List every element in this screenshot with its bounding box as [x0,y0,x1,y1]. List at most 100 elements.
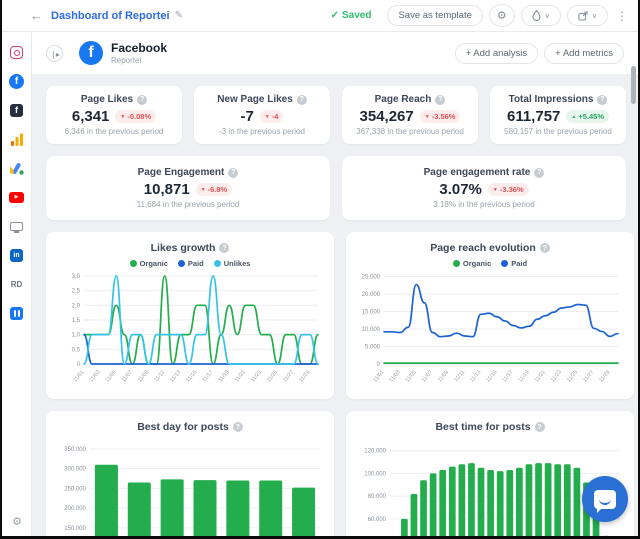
page-reach-evolution-card: Page reach evolution Organic Paid 0 5.000 1… [346,232,634,399]
kpi-previous: 367,338 in the previous period [356,127,464,136]
kpi-label: Page Engagement [137,167,225,178]
sidebar-item-google-analytics[interactable] [9,131,25,147]
svg-text:1,5: 1,5 [72,318,81,324]
page-reach-evolution-chart[interactable]: 0 5.000 10.000 15.000 20.000 25.000 11/01 11/03… [354,268,626,395]
theme-button[interactable] [520,5,561,26]
legend-item[interactable]: Organic [129,259,168,268]
help-icon[interactable] [296,94,307,105]
youtube-icon [9,191,24,203]
kpi-label: Total Impressions [508,94,594,105]
kpi-value: 354,267 [359,108,414,125]
help-icon[interactable] [137,94,148,105]
svg-text:350.000: 350.000 [64,447,86,453]
svg-text:11/19: 11/19 [218,369,231,383]
svg-text:250.000: 250.000 [64,486,86,492]
sidebar-item-facebook-ads[interactable] [9,102,25,118]
svg-text:0,5: 0,5 [72,347,81,353]
chart-title: Page reach evolution [430,242,536,254]
chart-title: Best day for posts [137,421,229,433]
sidebar-item-rd-station[interactable]: RD [9,276,25,292]
help-icon[interactable] [435,94,446,105]
svg-text:11/03: 11/03 [388,369,401,383]
kpi-card-page-reach: Page Reach 354,267 -3.56% 367,338 in the … [342,86,478,144]
chart-legend: Organic Paid [354,259,626,268]
help-icon[interactable] [232,422,243,432]
sidebar-item-tv[interactable] [9,218,25,234]
kpi-label: Page Likes [80,94,134,105]
saved-status: Saved [331,10,372,21]
sidebar-item-google-ads[interactable] [9,160,25,176]
svg-text:11/25: 11/25 [266,369,279,383]
svg-text:11/15: 11/15 [485,369,498,383]
help-icon[interactable] [228,167,239,178]
kpi-card-page-engagement: Page Engagement 10,871 -6.8% 11,684 in th… [46,156,330,220]
svg-text:11/11: 11/11 [153,369,166,383]
save-as-template-button[interactable]: Save as template [387,5,483,26]
add-metrics-button[interactable]: + Add metrics [544,42,624,64]
svg-text:11/21: 11/21 [534,369,547,383]
sidebar-item-linkedin[interactable] [9,247,25,263]
collapse-panel-button[interactable] [46,44,63,62]
settings-button[interactable] [488,4,515,27]
svg-text:11/09: 11/09 [137,369,150,383]
kebab-icon[interactable] [616,9,628,23]
scrollbar-thumb[interactable] [631,66,636,104]
delta-badge: +5.45% [566,110,609,123]
svg-text:5.000: 5.000 [365,345,381,351]
legend-item[interactable]: Paid [501,259,527,268]
sidebar-item-facebook[interactable] [9,73,25,89]
bar-charts-row: Best day for posts 100.000 150.000 200.000… [46,411,634,536]
help-icon[interactable] [534,422,545,432]
svg-text:20.000: 20.000 [362,292,381,298]
svg-text:100.000: 100.000 [364,471,386,477]
kpi-card-page-engagement-rate: Page engagement rate 3.07% -3.36% 3.18% i… [342,156,626,220]
line-charts-row: Likes growth Organic Paid Unlikes 0 0,5 1,0 1… [46,232,634,399]
svg-text:0: 0 [377,362,381,368]
svg-text:11/17: 11/17 [201,369,214,383]
legend-item[interactable]: Unlikes [213,259,250,268]
collapse-icon [50,44,59,62]
help-icon[interactable] [534,167,545,178]
kpi-value: 611,757 [506,108,561,125]
svg-text:11/05: 11/05 [405,369,418,383]
google-analytics-icon [10,133,23,146]
kpi-label: Page engagement rate [423,167,531,178]
best-day-for-posts-chart[interactable]: 100.000150.000200.000250.000300.000350.0… [54,439,326,536]
svg-text:11/07: 11/07 [121,369,134,383]
app-window: Dashboard of Reportei Saved Save as temp… [0,0,640,539]
channel-sidebar: RD ⚙ [2,32,32,536]
help-icon[interactable] [597,94,608,105]
sidebar-settings-gear-icon[interactable]: ⚙ [2,515,32,528]
svg-text:3,0: 3,0 [72,274,81,280]
best-day-for-posts-card: Best day for posts 100.000150.000200.000… [46,411,334,536]
dashboard-title[interactable]: Dashboard of Reportei [51,10,170,22]
best-time-for-posts-card: Best time for posts 40.00060.00080.00010… [346,411,634,536]
sidebar-item-instagram[interactable] [9,44,25,60]
likes-growth-chart[interactable]: 0 0,5 1,0 1,5 2,0 2,5 3,0 11/01 11/03 11/05 11/07 1… [54,268,326,395]
delta-badge: -4 [259,110,284,123]
export-button[interactable] [566,5,608,26]
svg-text:300.000: 300.000 [64,467,86,473]
svg-text:11/13: 11/13 [169,369,182,383]
tv-icon [10,221,23,233]
linkedin-icon [10,248,23,262]
edit-icon[interactable] [175,10,183,21]
svg-text:11/27: 11/27 [582,369,595,383]
svg-text:25.000: 25.000 [362,275,381,281]
google-ads-icon [9,162,24,175]
sidebar-item-youtube[interactable] [9,189,25,205]
help-icon[interactable] [219,243,230,253]
channel-header: Facebook Reportei + Add analysis + Add m… [32,32,638,74]
back-icon[interactable] [30,8,43,23]
svg-text:11/25: 11/25 [566,369,579,383]
meta-business-icon [10,306,23,320]
chat-launcher[interactable] [582,476,628,522]
kpi-label: Page Reach [374,94,432,105]
legend-item[interactable]: Paid [177,259,204,268]
add-analysis-button[interactable]: + Add analysis [454,42,539,64]
help-icon[interactable] [539,243,550,253]
legend-item[interactable]: Organic [452,259,491,268]
sidebar-item-meta-business[interactable] [9,305,25,321]
account-name: Reportei [111,55,142,65]
svg-text:0: 0 [77,362,81,368]
